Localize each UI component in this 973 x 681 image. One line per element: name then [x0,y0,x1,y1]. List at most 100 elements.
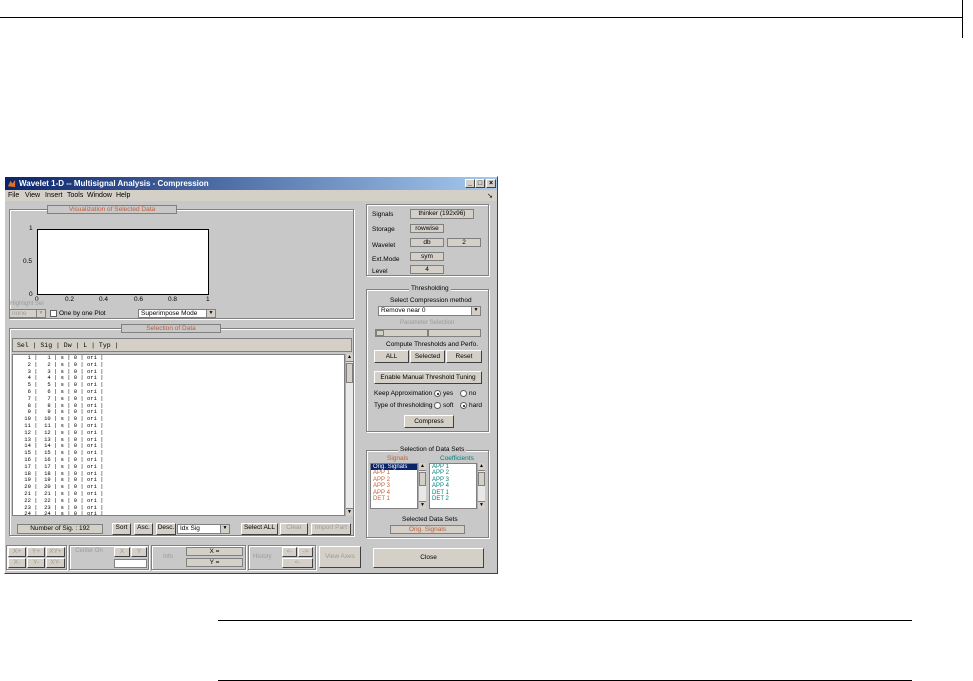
plot-mode-select[interactable]: Superimpose Mode ▼ [138,309,216,318]
minimize-button[interactable]: _ [465,179,475,188]
close-button[interactable]: Close [373,548,484,568]
y-tick: 1 [29,225,33,232]
matlab-logo-icon [7,179,16,188]
chevron-down-icon: ▼ [206,310,215,317]
title-bar[interactable]: Wavelet 1-D -- Multisignal Analysis - Co… [5,177,497,190]
keep-approx-no-label: no [469,390,477,397]
keep-approx-yes-label: yes [443,390,454,397]
descending-button[interactable]: Desc. [156,523,176,535]
history-back-button[interactable]: <- [282,547,297,557]
signals-list-scrollbar[interactable]: ▲ ▼ [418,463,426,509]
highlight-value: none [12,310,27,317]
x-tick: 1 [206,296,210,303]
keep-approx-no-radio[interactable] [460,390,467,397]
history-label: History [253,554,272,560]
scroll-thumb[interactable] [478,472,485,486]
menu-help[interactable]: Help [116,192,130,199]
page-rule-upper [218,620,912,621]
keep-approximation-label: Keep Approximation [374,390,433,397]
reset-button[interactable]: Reset [446,350,482,363]
zoom-x-in-button[interactable]: X+ [8,547,26,557]
signals-listbox[interactable]: Orig. Signals APP 1 APP 2 APP 3 APP 4 DET 1 [370,463,418,509]
slider-thumb[interactable] [376,330,384,336]
select-all-button[interactable]: Select ALL [241,523,278,535]
signals-label: Signals [372,211,394,218]
maximize-button[interactable]: □ [475,179,485,188]
scroll-down-arrow[interactable]: ▼ [419,501,426,509]
selected-button[interactable]: Selected [410,350,445,363]
ascending-button[interactable]: Asc. [134,523,153,535]
menu-view[interactable]: View [25,192,40,199]
selection-legend: Selection of Data [121,324,221,333]
compress-button[interactable]: Compress [404,415,454,428]
menu-tools[interactable]: Tools [67,192,83,199]
signals-list-item[interactable]: DET 1 [371,496,417,502]
data-table[interactable]: 1 | 1 | s | 0 | ori | 2 | 2 | s | 0 | or… [12,354,345,516]
center-y-button[interactable]: Y [131,547,147,557]
scroll-thumb[interactable] [346,363,353,383]
import-part-button[interactable]: Import Part [311,523,351,535]
zoom-xy-in-button[interactable]: XY+ [46,547,65,557]
level-label: Level [372,268,388,275]
coefficients-list-scrollbar[interactable]: ▲ ▼ [477,463,485,509]
parameter-slider-right[interactable] [428,329,481,337]
scroll-down-arrow[interactable]: ▼ [346,508,353,516]
sort-key-select[interactable]: Idx Sig ▼ [177,524,230,534]
one-by-one-label: One by one Plot [59,310,106,317]
sort-button[interactable]: Sort [112,523,131,535]
all-button[interactable]: ALL [374,350,409,363]
clear-button[interactable]: Clear [280,523,308,535]
page-corner-tick [962,0,963,38]
plot-axes[interactable] [37,229,209,295]
compute-thresholds-label: Compute Thresholds and Perfo. [386,341,479,348]
center-x-button[interactable]: X [114,547,130,557]
highlight-select[interactable]: none ▼ [9,309,46,318]
view-axes-button[interactable]: View Axes [319,546,361,568]
menu-insert[interactable]: Insert [45,192,63,199]
enable-manual-tuning-button[interactable]: Enable Manual Threshold Tuning [374,371,482,384]
scroll-thumb[interactable] [419,472,426,486]
selected-datasets-label: Selected Data Sets [402,516,458,523]
menu-file[interactable]: File [8,192,19,199]
zoom-y-out-button[interactable]: Y- [27,558,45,568]
one-by-one-checkbox[interactable] [50,310,57,317]
table-scrollbar[interactable]: ▲ ▼ [345,354,353,516]
compression-method-select[interactable]: Remove near 0 ▼ [378,306,481,316]
close-window-button[interactable]: × [486,179,496,188]
keep-approx-yes-radio[interactable] [434,390,441,397]
zoom-xy-out-button[interactable]: XY- [46,558,65,568]
table-row[interactable]: 24 | 24 | s | 0 | ori | [13,511,344,515]
soft-threshold-label: soft [443,402,454,409]
menu-window[interactable]: Window [87,192,112,199]
menu-bar: File View Insert Tools Window Help ➘ [5,190,497,201]
history-reset-button[interactable]: <- [282,558,313,568]
soft-threshold-radio[interactable] [434,402,441,409]
hard-threshold-radio[interactable] [460,402,467,409]
signals-value: thinker (192x96) [410,209,474,219]
info-label: Info [163,554,174,560]
y-tick: 0 [29,291,33,298]
scroll-down-arrow[interactable]: ▼ [478,501,485,509]
datasets-legend: Selection of Data Sets [398,446,467,453]
zoom-x-out-button[interactable]: X- [8,558,26,568]
thresholding-legend: Thresholding [409,285,451,292]
scroll-up-arrow[interactable]: ▲ [419,463,426,471]
x-tick: 0.4 [99,296,109,303]
coefficients-listbox[interactable]: APP 1 APP 2 APP 3 APP 4 DET 1 DET 2 [429,463,477,509]
zoom-y-in-button[interactable]: Y+ [27,547,45,557]
storage-label: Storage [372,226,395,233]
scroll-up-arrow[interactable]: ▲ [478,463,485,471]
history-forward-button[interactable]: -> [298,547,313,557]
y-tick: 0.5 [23,258,33,265]
wavelet-label: Wavelet [372,242,396,249]
level-value: 4 [410,265,444,274]
scroll-up-arrow[interactable]: ▲ [346,354,353,362]
chevron-down-icon: ▼ [36,310,45,317]
center-input[interactable] [114,559,147,568]
x-tick: 0.8 [168,296,178,303]
highlight-label: Highlight Sel [10,301,44,307]
signals-list-heading: Signals [387,455,409,462]
coefficients-list-item[interactable]: DET 2 [430,496,476,502]
parameter-slider[interactable] [375,329,428,337]
storage-value: rowwise [410,224,444,233]
